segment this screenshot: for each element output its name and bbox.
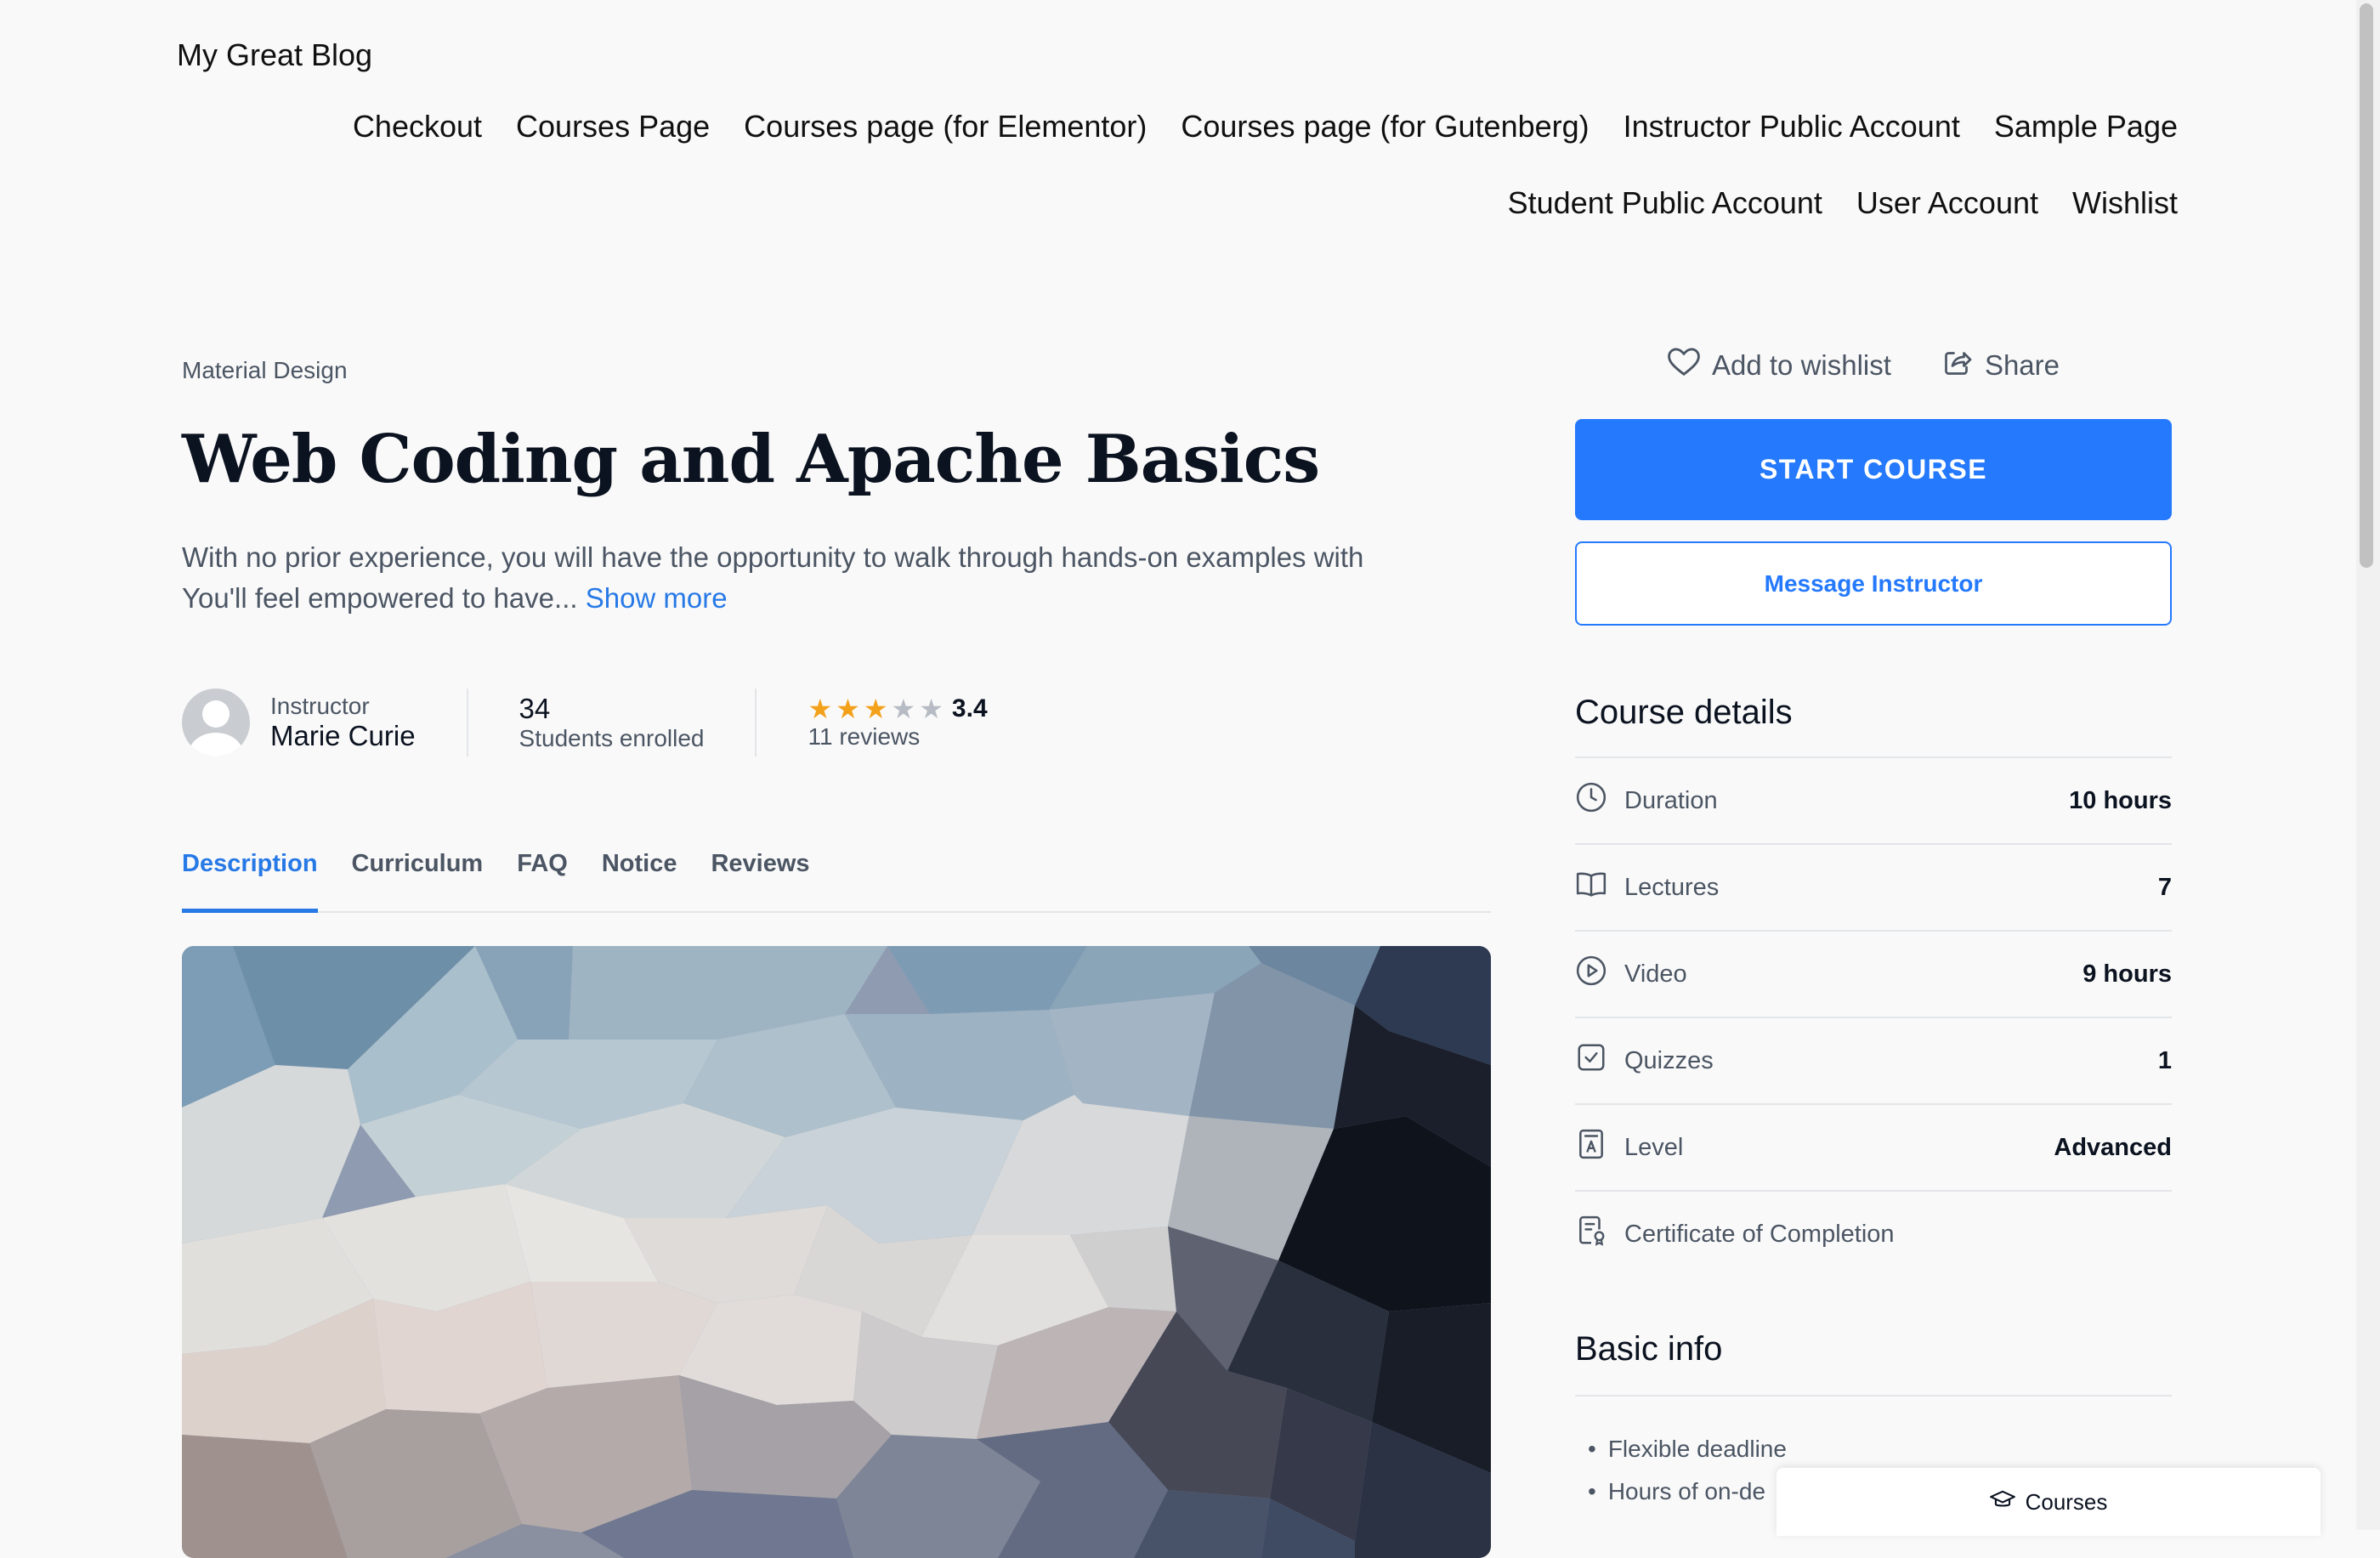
tab-notice[interactable]: Notice [602, 850, 677, 911]
nav-checkout[interactable]: Checkout [353, 109, 482, 144]
message-instructor-button[interactable]: Message Instructor [1575, 541, 2172, 626]
course-featured-image [182, 946, 1491, 1558]
basic-info-item: Hours of on-de [1588, 1470, 1787, 1513]
graduation-cap-icon [1989, 1489, 2015, 1516]
star-icon: ★ [808, 694, 833, 724]
share-label: Share [1984, 349, 2060, 381]
star-icon: ★ [891, 694, 916, 724]
start-course-button[interactable]: START COURSE [1575, 419, 2172, 520]
avatar[interactable] [182, 688, 250, 756]
excerpt-line-2: You'll feel empowered to have... [182, 582, 578, 614]
basic-info-item: Flexible deadline [1588, 1428, 1787, 1470]
heart-icon [1668, 347, 1700, 384]
nav-wishlist[interactable]: Wishlist [2072, 185, 2178, 221]
certificate-icon [1575, 1215, 1607, 1254]
detail-label: Lectures [1624, 873, 1720, 901]
rating-info: ★ ★ ★ ★ ★ 3.4 11 reviews [756, 688, 987, 756]
detail-label: Certificate of Completion [1624, 1220, 1895, 1248]
instructor-info: Instructor Marie Curie [270, 688, 468, 756]
nav-courses-page[interactable]: Courses Page [516, 109, 710, 144]
course-details-list: Duration 10 hours Lectures 7 Video 9 hou… [1575, 756, 2172, 1277]
detail-label: Duration [1624, 786, 1718, 814]
detail-lectures: Lectures 7 [1575, 843, 2172, 930]
share-icon [1942, 347, 1973, 384]
detail-label: Video [1624, 960, 1687, 988]
rating-stars: ★ ★ ★ ★ ★ [808, 695, 946, 722]
detail-value: Advanced [2054, 1133, 2172, 1161]
star-icon: ★ [919, 694, 944, 724]
detail-value: 7 [2157, 873, 2172, 901]
wishlist-label: Add to wishlist [1712, 349, 1891, 381]
basic-info-list: Flexible deadline Hours of on-de [1588, 1428, 1787, 1513]
rating-value: 3.4 [951, 694, 988, 722]
detail-video: Video 9 hours [1575, 930, 2172, 1017]
nav-student-public-account[interactable]: Student Public Account [1508, 185, 1822, 221]
tab-faq[interactable]: FAQ [517, 850, 568, 911]
detail-duration: Duration 10 hours [1575, 756, 2172, 843]
play-circle-icon [1575, 955, 1607, 994]
instructor-name[interactable]: Marie Curie [270, 720, 416, 752]
detail-certificate: Certificate of Completion [1575, 1190, 2172, 1277]
detail-label: Level [1624, 1133, 1684, 1161]
course-actions: Add to wishlist Share [1668, 347, 2060, 384]
courses-label: Courses [2025, 1488, 2108, 1515]
nav-sample-page[interactable]: Sample Page [1994, 109, 2178, 144]
students-label: Students enrolled [518, 725, 705, 751]
tab-reviews[interactable]: Reviews [711, 850, 809, 911]
book-icon [1575, 868, 1607, 907]
star-icon: ★ [863, 694, 888, 724]
course-meta: Instructor Marie Curie 34 Students enrol… [182, 687, 988, 758]
nav-instructor-public-account[interactable]: Instructor Public Account [1624, 109, 1960, 144]
basic-info-heading: Basic info [1575, 1330, 1723, 1368]
show-more-link[interactable]: Show more [586, 582, 728, 614]
scrollbar-thumb[interactable] [2360, 3, 2373, 568]
nav-user-account[interactable]: User Account [1856, 185, 2038, 221]
level-icon [1575, 1128, 1607, 1167]
courses-floating-button[interactable]: Courses [1776, 1468, 2320, 1536]
reviews-count: 11 reviews [808, 723, 921, 750]
course-details-heading: Course details [1575, 694, 1793, 731]
tab-description[interactable]: Description [182, 850, 318, 913]
detail-value: 10 hours [2069, 786, 2172, 814]
star-icon: ★ [836, 694, 860, 724]
students-count: 34 [518, 693, 551, 724]
clock-icon [1575, 781, 1607, 820]
course-category[interactable]: Material Design [182, 357, 348, 384]
checkbox-icon [1575, 1041, 1607, 1080]
add-to-wishlist-button[interactable]: Add to wishlist [1668, 347, 1891, 384]
course-tabs: Description Curriculum FAQ Notice Review… [182, 850, 1491, 913]
nav-courses-elementor[interactable]: Courses page (for Elementor) [744, 109, 1147, 144]
excerpt-line-1: With no prior experience, you will have … [182, 541, 1364, 573]
page-scrollbar[interactable] [2356, 0, 2380, 1530]
nav-courses-gutenberg[interactable]: Courses page (for Gutenberg) [1181, 109, 1589, 144]
share-button[interactable]: Share [1942, 347, 2060, 384]
course-excerpt: With no prior experience, you will have … [182, 537, 1491, 619]
main-nav: Checkout Courses Page Courses page (for … [308, 109, 2178, 221]
detail-quizzes: Quizzes 1 [1575, 1017, 2172, 1103]
enrolled-info: 34 Students enrolled [468, 688, 757, 756]
course-title: Web Coding and Apache Basics [182, 421, 1320, 498]
instructor-label: Instructor [270, 693, 370, 719]
detail-level: Level Advanced [1575, 1103, 2172, 1190]
detail-label: Quizzes [1624, 1046, 1714, 1074]
site-title[interactable]: My Great Blog [177, 37, 372, 73]
tab-curriculum[interactable]: Curriculum [352, 850, 484, 911]
detail-value: 1 [2157, 1046, 2172, 1074]
basic-info-divider [1575, 1395, 2172, 1397]
detail-value: 9 hours [2082, 960, 2172, 988]
